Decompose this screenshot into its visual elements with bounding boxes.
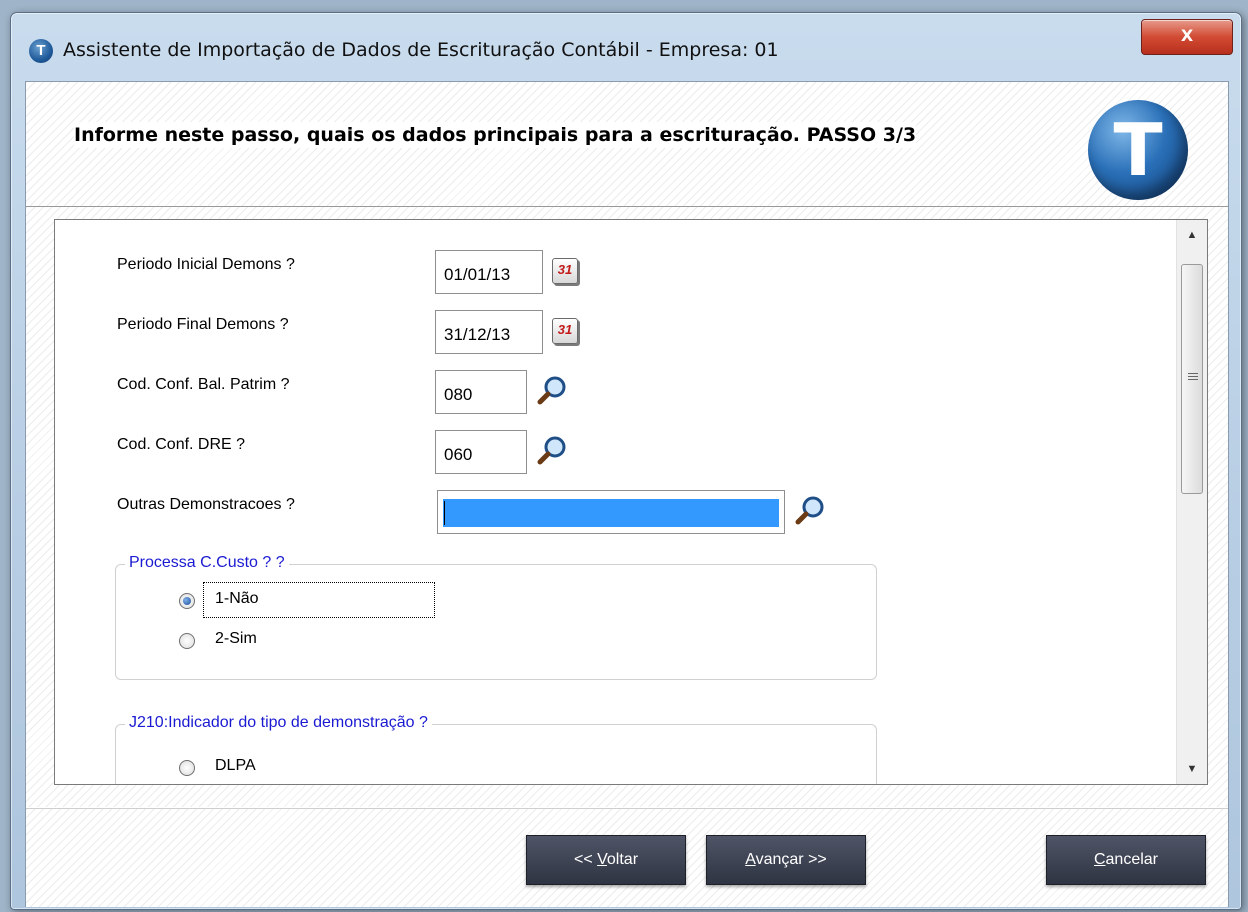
scroll-down-arrow-icon[interactable]: ▼ (1177, 754, 1207, 784)
cancel-button-accel: C (1093, 851, 1106, 868)
search-icon[interactable] (793, 494, 827, 528)
vertical-scrollbar[interactable]: ▲ ▼ (1176, 220, 1207, 784)
search-icon[interactable] (535, 434, 569, 468)
processa-ccusto-legend: Processa C.Custo ? ? (125, 554, 289, 572)
periodo-final-input[interactable]: 31/12/13 (435, 310, 543, 354)
wizard-footer: << Voltar Avançar >> Cancelar (26, 808, 1228, 907)
radio-2-sim[interactable] (179, 633, 195, 649)
text-cursor (444, 501, 445, 525)
search-icon[interactable] (535, 374, 569, 408)
client-area: Informe neste passo, quais os dados prin… (25, 81, 1229, 907)
grip-line (1188, 373, 1198, 374)
outras-demonstracoes-label: Outras Demonstracoes ? (117, 496, 295, 513)
wizard-body: Periodo Inicial Demons ? 01/01/13 31 Per… (26, 207, 1228, 807)
back-button[interactable]: << Voltar (526, 835, 686, 885)
wizard-window: T Assistente de Importação de Dados de E… (10, 12, 1242, 910)
cod-bal-patrim-input[interactable]: 080 (435, 370, 527, 414)
radio-label-dlpa[interactable]: DLPA (215, 757, 256, 775)
parameters-panel: Periodo Inicial Demons ? 01/01/13 31 Per… (54, 219, 1208, 785)
back-button-accel: V (597, 851, 607, 868)
back-button-prefix: << (573, 851, 598, 868)
title-bar[interactable]: T Assistente de Importação de Dados de E… (11, 13, 1241, 81)
cod-dre-input[interactable]: 060 (435, 430, 527, 474)
window-title: Assistente de Importação de Dados de Esc… (63, 39, 779, 61)
next-button-accel: A (745, 851, 756, 868)
selected-text-highlight (443, 499, 779, 527)
j210-group (115, 724, 877, 784)
grip-line (1188, 379, 1198, 380)
j210-legend: J210:Indicador do tipo de demonstração ? (125, 714, 432, 732)
step-instruction: Informe neste passo, quais os dados prin… (74, 122, 917, 148)
periodo-inicial-label: Periodo Inicial Demons ? (117, 256, 295, 273)
calendar-icon[interactable]: 31 (552, 258, 578, 284)
close-button[interactable]: X (1141, 19, 1233, 55)
grip-line (1188, 376, 1198, 377)
totvs-logo-icon: T (1088, 100, 1188, 200)
calendar-icon[interactable]: 31 (552, 318, 578, 344)
radio-dlpa[interactable] (179, 760, 195, 776)
radio-1-nao[interactable] (179, 593, 195, 609)
scroll-up-arrow-icon[interactable]: ▲ (1177, 220, 1207, 250)
cancel-button[interactable]: Cancelar (1046, 835, 1206, 885)
cod-bal-patrim-label: Cod. Conf. Bal. Patrim ? (117, 376, 290, 393)
next-button-rest: vançar >> (755, 851, 827, 868)
scrollbar-thumb[interactable] (1181, 264, 1203, 494)
radio-label-2-sim[interactable]: 2-Sim (215, 630, 257, 648)
radio-label-1-nao[interactable]: 1-Não (215, 590, 259, 608)
next-button[interactable]: Avançar >> (706, 835, 866, 885)
cancel-button-rest: ancelar (1105, 851, 1159, 868)
wizard-header: Informe neste passo, quais os dados prin… (26, 82, 1228, 207)
cod-dre-label: Cod. Conf. DRE ? (117, 436, 246, 453)
app-icon: T (29, 39, 53, 63)
periodo-final-label: Periodo Final Demons ? (117, 316, 289, 333)
periodo-inicial-input[interactable]: 01/01/13 (435, 250, 543, 294)
outras-demonstracoes-input[interactable] (437, 490, 785, 534)
back-button-rest: oltar (606, 851, 639, 868)
